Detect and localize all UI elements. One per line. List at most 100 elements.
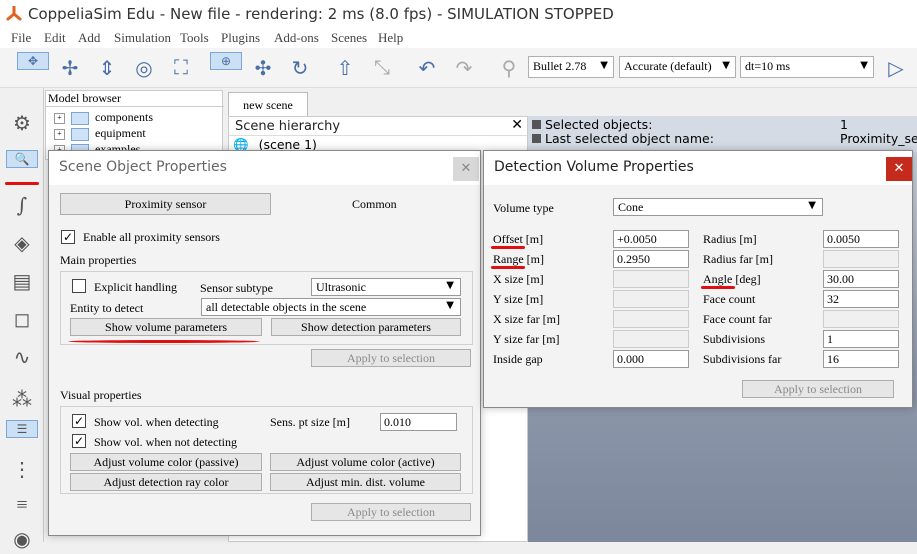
scene-object-properties-icon[interactable]: 🔍 <box>6 150 38 168</box>
dialog-title: Scene Object Properties <box>59 159 227 175</box>
sensor-subtype-select[interactable]: Ultrasonic ▼ <box>311 278 461 296</box>
volume-type-label: Volume type <box>493 201 554 215</box>
jobs-icon[interactable]: ◉ <box>6 524 38 554</box>
left-param-input[interactable] <box>613 310 689 328</box>
adjust-active-color-button[interactable]: Adjust volume color (active) <box>270 453 461 471</box>
left-param-input[interactable]: 0.2950 <box>613 250 689 268</box>
timestep-select[interactable]: dt=10 ms ▼ <box>740 56 874 78</box>
bullet-icon <box>532 134 541 143</box>
close-icon[interactable]: ✕ <box>886 157 912 181</box>
info-row: Selected objects: <box>532 117 652 132</box>
show-volume-parameters-button[interactable]: Show volume parameters <box>70 318 262 336</box>
right-param-input[interactable]: 0.0050 <box>823 230 899 248</box>
selection-icon[interactable]: ⁂ <box>6 384 38 414</box>
apply-to-selection-button[interactable]: Apply to selection <box>742 380 894 398</box>
accuracy-select[interactable]: Accurate (default) ▼ <box>619 56 736 78</box>
model-folder-equipment[interactable]: + equipment <box>54 126 146 142</box>
annotation-underline <box>5 182 39 185</box>
start-simulation-icon[interactable]: ▷ <box>880 52 912 84</box>
left-param-input[interactable]: 0.000 <box>613 350 689 368</box>
expand-icon[interactable]: + <box>54 128 65 140</box>
volume-type-value: Cone <box>618 200 644 214</box>
object-shift-icon[interactable]: ✣ <box>247 52 279 84</box>
menu-file[interactable]: File <box>11 30 31 46</box>
menu-tools[interactable]: Tools <box>180 30 209 46</box>
assemble-icon[interactable]: ⇧ <box>329 52 361 84</box>
model-browser-header: Model browser <box>46 91 224 107</box>
right-param-input[interactable] <box>823 310 899 328</box>
undo-icon[interactable]: ↶ <box>411 52 443 84</box>
scene-hierarchy-icon[interactable]: ⋮ <box>6 454 38 484</box>
camera-angle-icon[interactable]: ◎ <box>128 52 160 84</box>
tab-proximity-sensor[interactable]: Proximity sensor <box>60 193 271 215</box>
menu-help[interactable]: Help <box>378 30 403 46</box>
bullet-icon <box>532 120 541 129</box>
apply-to-selection-button[interactable]: Apply to selection <box>311 503 471 521</box>
right-param-input[interactable]: 32 <box>823 290 899 308</box>
dynamics-toggle-icon[interactable]: ⚲ <box>493 52 525 84</box>
right-param-label: Angle [deg] <box>703 272 761 286</box>
click-selection-icon[interactable]: ⊕ <box>210 52 242 70</box>
camera-rotate-icon[interactable]: ✢ <box>54 52 86 84</box>
enable-all-checkbox[interactable]: ✓ <box>61 230 75 244</box>
simulation-settings-icon[interactable]: ⚙ <box>6 108 38 138</box>
calculation-modules-icon[interactable]: ∫ <box>6 190 38 220</box>
shape-edit-icon[interactable]: ◻ <box>6 304 38 334</box>
pt-size-input[interactable]: 0.010 <box>380 413 457 431</box>
adjust-min-dist-button[interactable]: Adjust min. dist. volume <box>270 473 461 491</box>
menu-simulation[interactable]: Simulation <box>114 30 171 46</box>
explicit-handling-checkbox[interactable] <box>72 279 86 293</box>
right-param-input[interactable] <box>823 250 899 268</box>
close-icon[interactable]: ✕ <box>511 117 523 133</box>
scene-object-properties-dialog: Scene Object Properties ✕ Proximity sens… <box>48 150 481 536</box>
close-icon[interactable]: ✕ <box>453 157 479 181</box>
show-vol-not-detecting-checkbox[interactable]: ✓ <box>72 434 86 448</box>
adjust-passive-color-button[interactable]: Adjust volume color (passive) <box>70 453 262 471</box>
show-detection-parameters-button[interactable]: Show detection parameters <box>271 318 461 336</box>
redo-icon[interactable]: ↷ <box>448 52 480 84</box>
camera-pan-icon[interactable]: ✥ <box>17 52 49 70</box>
menu-bar: File Edit Add Simulation Tools Plugins A… <box>0 30 917 48</box>
camera-shift-icon[interactable]: ⇕ <box>91 52 123 84</box>
left-param-input[interactable] <box>613 270 689 288</box>
apply-to-selection-button[interactable]: Apply to selection <box>311 349 471 367</box>
sensor-subtype-value: Ultrasonic <box>316 280 366 294</box>
menu-edit[interactable]: Edit <box>44 30 66 46</box>
info-overlay: Selected objects: 1 Last selected object… <box>528 116 917 152</box>
enable-all-label: Enable all proximity sensors <box>83 230 220 244</box>
right-param-label: Subdivisions far <box>703 352 782 366</box>
menu-add[interactable]: Add <box>78 30 100 46</box>
show-vol-detecting-checkbox[interactable]: ✓ <box>72 414 86 428</box>
volume-type-select[interactable]: Cone ▼ <box>613 198 823 216</box>
expand-icon[interactable]: + <box>54 112 65 124</box>
model-folder-components[interactable]: + components <box>54 110 153 126</box>
path-edit-icon[interactable]: ∿ <box>6 342 38 372</box>
menu-plugins[interactable]: Plugins <box>221 30 260 46</box>
physics-engine-select[interactable]: Bullet 2.78 ▼ <box>528 56 614 78</box>
adjust-ray-color-button[interactable]: Adjust detection ray color <box>70 473 262 491</box>
left-param-input[interactable] <box>613 330 689 348</box>
tab-common[interactable]: Common <box>352 197 397 212</box>
menu-addons[interactable]: Add-ons <box>274 30 319 46</box>
right-param-input[interactable]: 16 <box>823 350 899 368</box>
layers-icon[interactable]: ≡ <box>6 490 38 520</box>
scripts-icon[interactable]: ▤ <box>6 266 38 296</box>
chevron-down-icon: ▼ <box>446 300 454 311</box>
left-param-input[interactable] <box>613 290 689 308</box>
object-rotate-icon[interactable]: ↻ <box>284 52 316 84</box>
transfer-dna-icon[interactable]: ⤡ <box>366 52 398 84</box>
right-param-input[interactable]: 30.00 <box>823 270 899 288</box>
model-browser-icon[interactable]: ☰ <box>6 420 38 438</box>
left-param-input[interactable]: +0.0050 <box>613 230 689 248</box>
dialog-title-bar: Scene Object Properties ✕ <box>49 151 480 185</box>
left-param-label: Range [m] <box>493 252 544 266</box>
fit-to-view-icon[interactable]: ⛶ <box>165 52 197 84</box>
tab-new-scene[interactable]: new scene <box>228 92 308 116</box>
entity-to-detect-select[interactable]: all detectable objects in the scene ▼ <box>201 298 461 316</box>
window-title: CoppeliaSim Edu - New file - rendering: … <box>28 5 614 23</box>
collections-icon[interactable]: ◈ <box>6 228 38 258</box>
left-param-label: X size far [m] <box>493 312 560 326</box>
menu-scenes[interactable]: Scenes <box>331 30 367 46</box>
right-param-label: Face count far <box>703 312 772 326</box>
right-param-input[interactable]: 1 <box>823 330 899 348</box>
